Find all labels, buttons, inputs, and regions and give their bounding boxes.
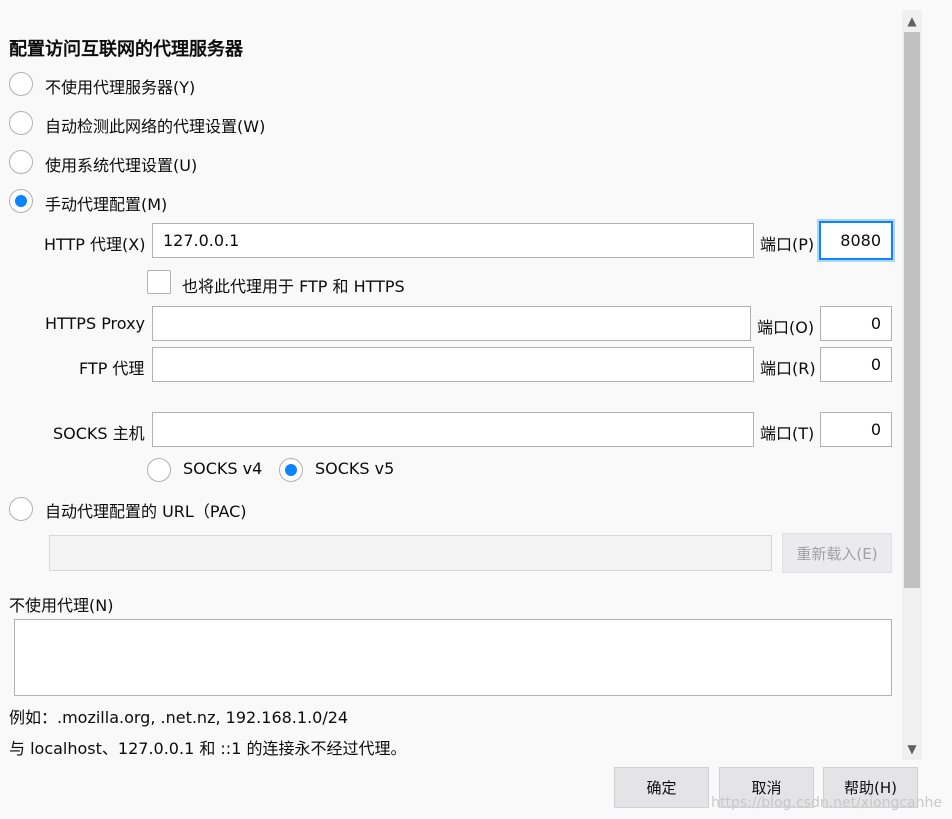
ok-button[interactable]: 确定 (614, 767, 709, 808)
https-proxy-input[interactable] (152, 306, 751, 341)
radio-socks-v5-label[interactable]: SOCKS v5 (315, 459, 394, 478)
radio-socks-v5[interactable] (279, 458, 303, 482)
ftp-proxy-label: FTP 代理 (79, 359, 145, 378)
https-port-value: 0 (870, 314, 881, 333)
no-proxy-example: 例如：.mozilla.org, .net.nz, 192.168.1.0/24 (9, 708, 349, 727)
socks-host-label: SOCKS 主机 (53, 424, 145, 443)
ftp-port-value: 0 (870, 355, 881, 374)
watermark: https://blog.csdn.net/xiongcanhe (711, 795, 942, 811)
socks-port-value: 0 (870, 420, 881, 439)
socks-host-input[interactable] (152, 412, 754, 447)
share-proxy-checkbox[interactable] (147, 270, 171, 294)
radio-socks-v4[interactable] (147, 458, 171, 482)
radio-manual-proxy-label[interactable]: 手动代理配置(M) (45, 191, 167, 215)
http-port-value: 8080 (840, 231, 881, 250)
radio-auto-detect[interactable] (9, 111, 33, 135)
ftp-proxy-input[interactable] (152, 347, 754, 382)
radio-pac[interactable] (9, 497, 33, 521)
scroll-down-icon[interactable]: ▼ (902, 740, 922, 758)
localhost-note: 与 localhost、127.0.0.1 和 ::1 的连接永不经过代理。 (9, 739, 407, 758)
radio-no-proxy-label[interactable]: 不使用代理服务器(Y) (45, 74, 195, 98)
radio-system-proxy-label[interactable]: 使用系统代理设置(U) (45, 152, 197, 176)
http-proxy-value: 127.0.0.1 (163, 231, 240, 250)
radio-system-proxy[interactable] (9, 150, 33, 174)
reload-button[interactable]: 重新载入(E) (782, 533, 892, 573)
socks-port-input[interactable]: 0 (820, 412, 892, 447)
http-proxy-label: HTTP 代理(X) (44, 235, 146, 254)
pac-url-input[interactable] (49, 535, 772, 571)
ftp-port-label: 端口(R) (760, 359, 816, 378)
http-port-label: 端口(P) (760, 235, 815, 254)
radio-socks-v4-label[interactable]: SOCKS v4 (183, 459, 262, 478)
no-proxy-for-label: 不使用代理(N) (9, 596, 114, 615)
radio-auto-detect-label[interactable]: 自动检测此网络的代理设置(W) (45, 113, 265, 137)
https-port-label: 端口(O) (757, 318, 815, 337)
scroll-up-icon[interactable]: ▲ (902, 12, 922, 30)
http-port-input[interactable]: 8080 (819, 221, 893, 260)
dialog-title: 配置访问互联网的代理服务器 (9, 39, 243, 60)
https-port-input[interactable]: 0 (820, 306, 892, 341)
radio-manual-proxy[interactable] (9, 189, 33, 213)
no-proxy-for-textarea[interactable] (14, 619, 892, 696)
http-proxy-input[interactable]: 127.0.0.1 (152, 223, 754, 258)
ftp-port-input[interactable]: 0 (820, 347, 892, 382)
scrollbar-thumb[interactable] (904, 32, 920, 588)
https-proxy-label: HTTPS Proxy (45, 314, 146, 333)
radio-pac-label[interactable]: 自动代理配置的 URL（PAC) (45, 498, 247, 522)
share-proxy-label[interactable]: 也将此代理用于 FTP 和 HTTPS (182, 273, 405, 297)
radio-no-proxy[interactable] (9, 72, 33, 96)
socks-port-label: 端口(T) (760, 424, 815, 443)
